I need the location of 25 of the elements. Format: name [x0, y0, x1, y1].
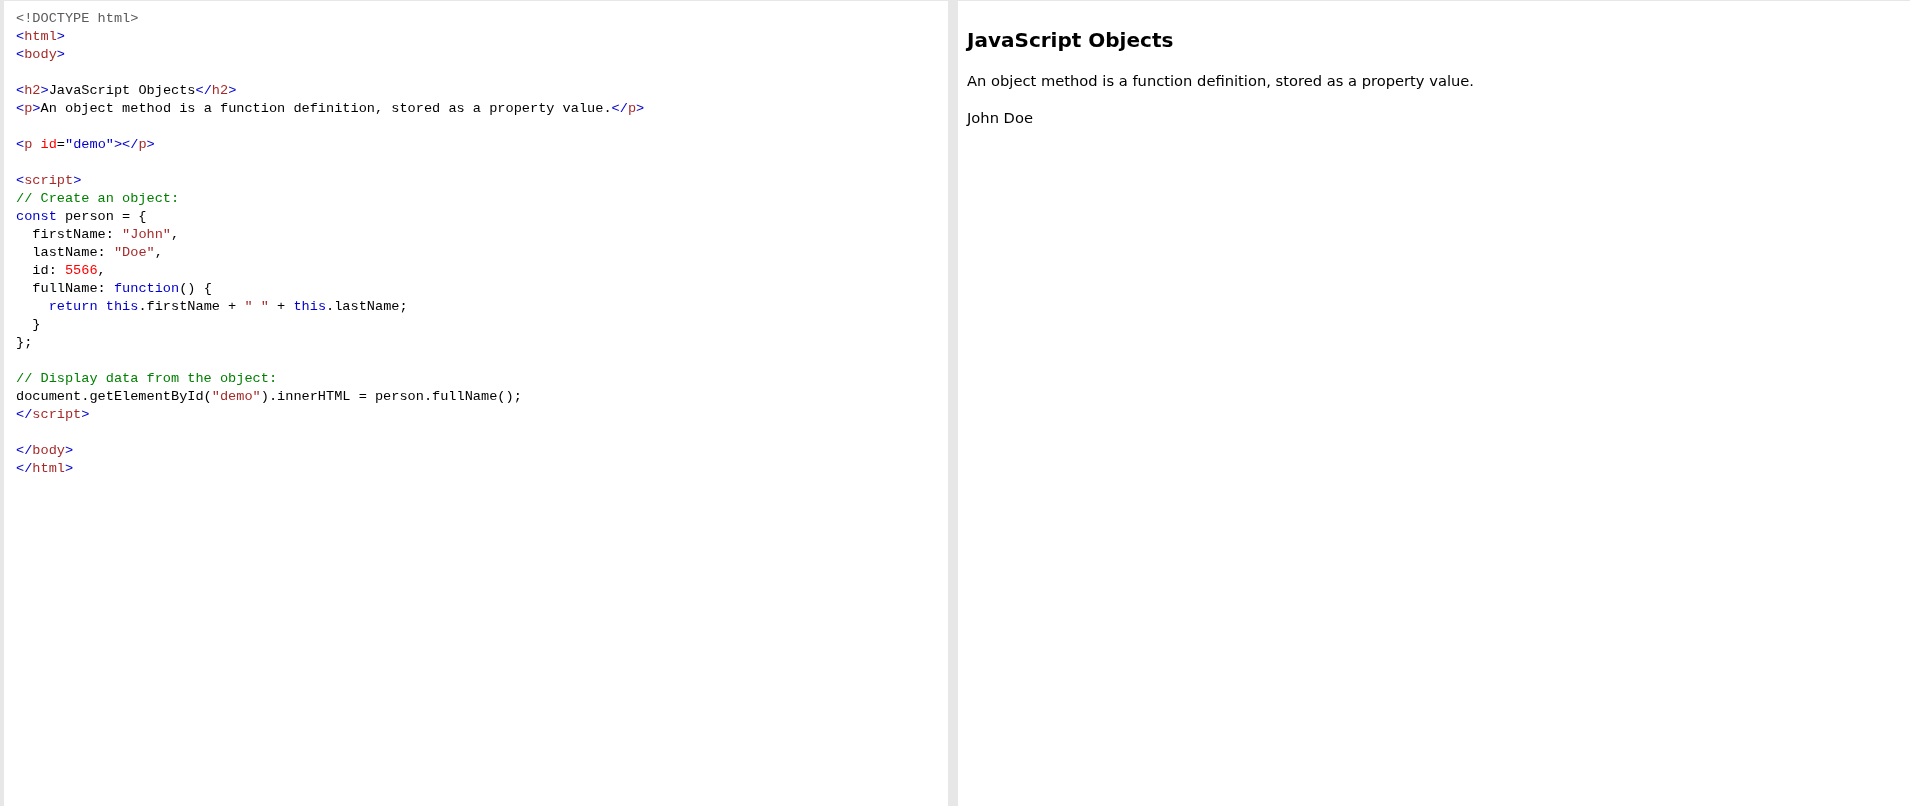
- code-line: // Create an object:: [16, 190, 180, 208]
- code-line: fullName: function() {: [31, 280, 212, 298]
- code-line: // Display data from the object:: [16, 370, 278, 388]
- code-line: }: [31, 316, 41, 334]
- code-line: lastName: "Doe",: [31, 244, 163, 262]
- code-line: document.getElementById("demo").innerHTML = person.fullName();: [16, 388, 522, 406]
- paragraph-text: An object method is a function definition, stored as a property value.: [967, 71, 1474, 91]
- code-line: <html>: [16, 28, 65, 46]
- code-line: </script>: [16, 406, 90, 424]
- page-heading: JavaScript Objects: [967, 27, 1174, 54]
- code-line: };: [16, 334, 33, 352]
- code-line: </html>: [16, 460, 74, 478]
- code-line: <p id="demo"></p>: [16, 136, 155, 154]
- output-text: John Doe: [967, 108, 1033, 128]
- code-line: const person = {: [16, 208, 147, 226]
- code-line: firstName: "John",: [31, 226, 180, 244]
- code-line: </body>: [16, 442, 74, 460]
- code-editor[interactable]: [4, 1, 948, 806]
- code-line: return this.firstName + " " + this.lastName;: [47, 298, 408, 316]
- code-line: <h2>JavaScript Objects</h2>: [16, 82, 237, 100]
- code-line: id: 5566,: [31, 262, 106, 280]
- code-line: <script>: [16, 172, 82, 190]
- code-line: <p>An object method is a function definition, stored as a property value.</p>: [16, 100, 645, 118]
- code-line: <body>: [16, 46, 65, 64]
- code-line: <!DOCTYPE html>: [16, 10, 139, 28]
